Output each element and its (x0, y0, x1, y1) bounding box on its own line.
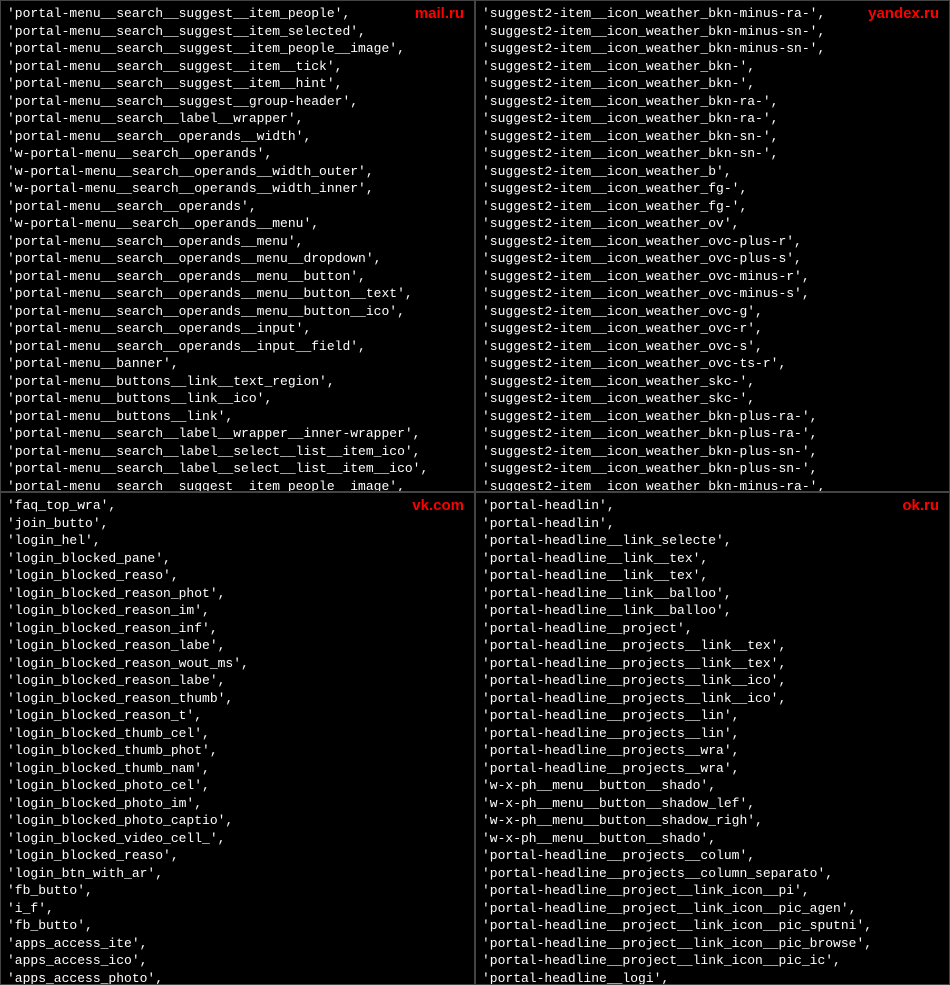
class-list: 'faq_top_wra', 'join_butto', 'login_hel'… (7, 497, 468, 985)
class-list: 'portal-menu__search__suggest__item_peop… (7, 5, 468, 492)
panel-label: yandex.ru (868, 5, 939, 22)
panel-ok-ru: ok.ru 'portal-headlin', 'portal-headlin'… (475, 492, 950, 985)
panel-label: mail.ru (415, 5, 464, 22)
class-list: 'portal-headlin', 'portal-headlin', 'por… (482, 497, 943, 985)
panel-label: vk.com (412, 497, 464, 514)
panel-vk-com: vk.com 'faq_top_wra', 'join_butto', 'log… (0, 492, 475, 985)
panel-mail-ru: mail.ru 'portal-menu__search__suggest__i… (0, 0, 475, 492)
code-grid: mail.ru 'portal-menu__search__suggest__i… (0, 0, 950, 985)
panel-label: ok.ru (902, 497, 939, 514)
class-list: 'suggest2-item__icon_weather_bkn-minus-r… (482, 5, 943, 492)
panel-yandex-ru: yandex.ru 'suggest2-item__icon_weather_b… (475, 0, 950, 492)
